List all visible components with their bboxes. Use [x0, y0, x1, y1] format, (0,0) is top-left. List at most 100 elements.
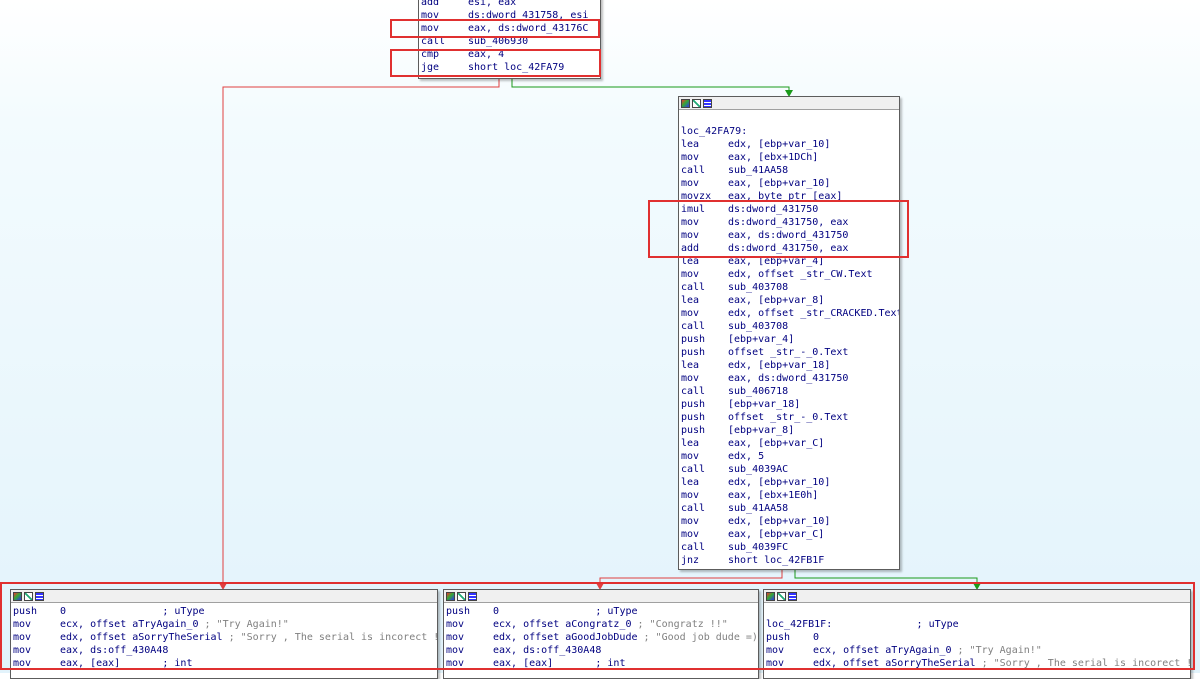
code-line[interactable]: lea edx, [ebp+var_10] — [681, 476, 897, 489]
color-icon[interactable] — [446, 591, 455, 601]
mnemonic: mov — [681, 373, 700, 384]
code-line[interactable]: mov ecx, offset aCongratz_0 ; "Congratz !… — [446, 618, 756, 631]
code-line[interactable]: call sub_406718 — [681, 385, 897, 398]
code-line[interactable]: mov eax, [ebx+1DCh] — [681, 151, 897, 164]
code-line[interactable]: mov edx, [ebp+var_10] — [681, 515, 897, 528]
listing-icon[interactable] — [35, 591, 44, 601]
code-line[interactable]: mov edx, offset _str_CW.Text — [681, 268, 897, 281]
code-line[interactable]: call sub_4039FC — [681, 541, 897, 554]
color-icon[interactable] — [681, 98, 690, 108]
loc-42fb1f-block[interactable]: loc_42FB1F: ; uType push 0 mov ecx, offset … — [763, 589, 1191, 679]
code-line[interactable]: movzx eax, byte ptr [eax] — [681, 190, 897, 203]
graph-icon[interactable] — [457, 591, 466, 601]
code-line[interactable]: push 0 ; uType — [13, 605, 435, 618]
code-line[interactable]: mov edx, offset _str_CRACKED.Text — [681, 307, 900, 320]
code-line[interactable]: mov ds:dword_431750, eax — [681, 216, 897, 229]
operands: ds:dword_431750, eax — [728, 243, 849, 254]
congratz-block[interactable]: push 0 ; uType mov ecx, offset aCongratz_0 … — [443, 589, 759, 679]
comment: ; "Try Again!" — [951, 645, 1042, 656]
code-line[interactable]: mov ecx, offset aTryAgain_0 ; "Try Again!… — [13, 618, 435, 631]
code-line[interactable]: lea eax, [ebp+var_8] — [681, 294, 897, 307]
code-line[interactable]: jge short loc_42FA79 — [421, 61, 598, 74]
listing-icon[interactable] — [703, 98, 712, 108]
mnemonic: mov — [766, 658, 785, 669]
mnemonic: push — [13, 606, 38, 617]
try-again-block[interactable]: push 0 ; uType mov ecx, offset aTryAgain_0 … — [10, 589, 438, 679]
code-line[interactable]: push [ebp+var_8] — [681, 424, 897, 437]
code-line[interactable]: mov eax, [eax] ; int — [13, 657, 435, 670]
code-line[interactable]: push offset _str_-_0.Text — [681, 346, 897, 359]
code-line[interactable]: mov eax, [ebp+var_10] — [681, 177, 897, 190]
graph-icon[interactable] — [692, 98, 701, 108]
comment: ; int — [553, 658, 626, 669]
code-line[interactable]: cmp eax, 4 — [421, 48, 598, 61]
code-line[interactable]: lea edx, [ebp+var_10] — [681, 138, 897, 151]
operands: eax, [ebx+1DCh] — [728, 152, 819, 163]
code-line[interactable]: mov edx, offset aGoodJobDude ; "Good job … — [446, 631, 758, 644]
operands: edx, 5 — [728, 451, 765, 462]
code-line[interactable]: mov edx, offset aSorryTheSerial ; "Sorry … — [766, 657, 1191, 670]
code-line[interactable]: push [ebp+var_4] — [681, 333, 897, 346]
mnemonic: lea — [681, 438, 700, 449]
listing-icon[interactable] — [788, 591, 797, 601]
code-line[interactable]: call sub_406930 — [421, 35, 598, 48]
code-line[interactable]: mov eax, [ebx+1E0h] — [681, 489, 897, 502]
code-line[interactable]: mov ds:dword_431758, esi — [421, 9, 598, 22]
code-line[interactable]: add ds:dword_431750, eax — [681, 242, 897, 255]
mnemonic: call — [681, 542, 706, 553]
ida-graph-view[interactable]: add esi, eax mov ds:dword_431758, esi mov eax… — [0, 0, 1200, 679]
code-line[interactable]: mov edx, offset aSorryTheSerial ; "Sorry … — [13, 631, 437, 644]
operands: eax, [ebp+var_C] — [728, 438, 825, 449]
code-line[interactable]: mov eax, ds:off_430A48 — [446, 644, 756, 657]
code-line[interactable]: mov eax, ds:dword_431750 — [681, 372, 897, 385]
mnemonic: push — [681, 399, 706, 410]
code-line[interactable]: call sub_403708 — [681, 281, 897, 294]
code-line[interactable]: mov eax, [ebp+var_C] — [681, 528, 897, 541]
comment: ; "Try Again!" — [198, 619, 289, 630]
operands: [ebp+var_8] — [728, 425, 795, 436]
code-line[interactable]: add esi, eax — [421, 0, 598, 9]
operands: edx, [ebp+var_10] — [728, 139, 831, 150]
code-line[interactable]: lea edx, [ebp+var_18] — [681, 359, 897, 372]
mnemonic: push — [681, 347, 706, 358]
code-line[interactable]: mov edx, 5 — [681, 450, 897, 463]
top-code-block[interactable]: add esi, eax mov ds:dword_431758, esi mov eax… — [418, 0, 601, 79]
mnemonic: call — [681, 464, 706, 475]
code-line[interactable]: call sub_41AA58 — [681, 164, 897, 177]
color-icon[interactable] — [766, 591, 775, 601]
code-line[interactable]: mov eax, ds:dword_431750 — [681, 229, 897, 242]
code-line[interactable]: push 0 ; uType — [446, 605, 756, 618]
code-line[interactable]: lea eax, [ebp+var_C] — [681, 437, 897, 450]
mnemonic: mov — [446, 619, 465, 630]
code-line[interactable]: mov ecx, offset aTryAgain_0 ; "Try Again!… — [766, 644, 1188, 657]
color-icon[interactable] — [13, 591, 22, 601]
listing-icon[interactable] — [468, 591, 477, 601]
operands: eax, 4 — [468, 49, 505, 60]
code-line[interactable]: push offset _str_-_0.Text — [681, 411, 897, 424]
code-line[interactable]: call sub_4039AC — [681, 463, 897, 476]
mnemonic: call — [421, 36, 446, 47]
graph-icon[interactable] — [777, 591, 786, 601]
mnemonic: mov — [421, 23, 440, 34]
code-line[interactable]: lea eax, [ebp+var_4] — [681, 255, 897, 268]
comment: ; "Sorry , The serial is incorect !" — [975, 658, 1191, 669]
code-line[interactable]: call sub_403708 — [681, 320, 897, 333]
graph-icon[interactable] — [24, 591, 33, 601]
operands: edx, offset _str_CRACKED.Text — [728, 308, 900, 319]
mnemonic: call — [681, 503, 706, 514]
mnemonic: mov — [13, 645, 32, 656]
code-line[interactable]: push [ebp+var_18] — [681, 398, 897, 411]
code-line[interactable]: jnz short loc_42FB1F — [681, 554, 897, 567]
operands: offset _str_-_0.Text — [728, 347, 849, 358]
operands: [ebp+var_18] — [728, 399, 801, 410]
right-code-lines: loc_42FB1F: ; uType push 0 mov ecx, offset … — [764, 603, 1190, 670]
code-line[interactable]: push 0 — [766, 631, 1188, 644]
code-line[interactable]: call sub_41AA58 — [681, 502, 897, 515]
code-line[interactable]: mov eax, [eax] ; int — [446, 657, 756, 670]
code-line[interactable]: mov eax, ds:dword_43176C — [421, 22, 598, 35]
mnemonic: imul — [681, 204, 706, 215]
code-line[interactable]: mov eax, ds:off_430A48 — [13, 644, 435, 657]
loc-42fa79-block[interactable]: loc_42FA79: lea edx, [ebp+var_10] mov eax, … — [678, 96, 900, 570]
comment: ; "Congratz !!" — [631, 619, 728, 630]
code-line[interactable]: imul ds:dword_431750 — [681, 203, 897, 216]
